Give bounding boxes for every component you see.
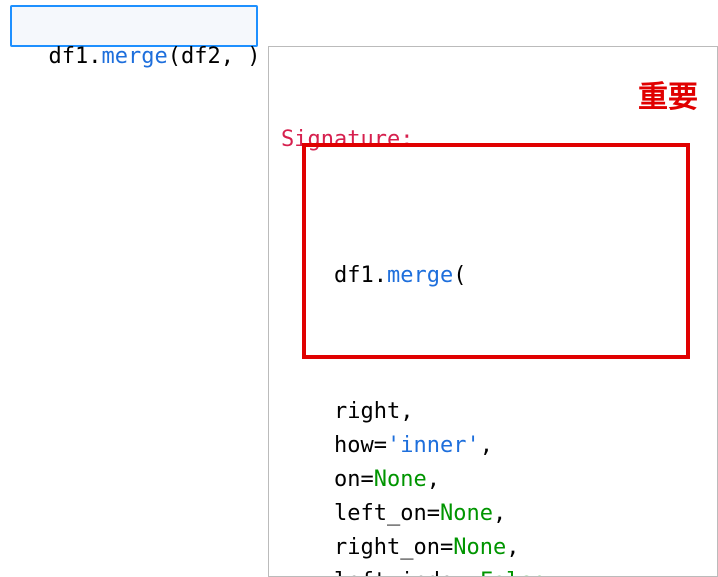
sig-param-line: left_index=False,	[281, 565, 705, 577]
param-value: None	[374, 467, 427, 492]
code-function: merge	[102, 44, 168, 69]
sig-object: df1	[334, 263, 374, 288]
trailing-comma: ,	[506, 535, 519, 560]
equals-sign: =	[440, 535, 453, 560]
trailing-comma: ,	[546, 569, 559, 577]
code-cell[interactable]: df1.merge(df2, )	[10, 5, 258, 47]
trailing-comma: ,	[480, 433, 493, 458]
sig-dot: .	[374, 263, 387, 288]
sig-param-line: left_on=None,	[281, 497, 705, 531]
annotation-important: 重要	[638, 72, 698, 116]
sig-param-line: on=None,	[281, 463, 705, 497]
param-name: right_on	[334, 535, 440, 560]
sig-params: right, how='inner', on=None, left_on=Non…	[281, 395, 705, 577]
sig-param-line: how='inner',	[281, 429, 705, 463]
equals-sign: =	[427, 501, 440, 526]
param-name: on	[334, 467, 361, 492]
equals-sign: =	[360, 467, 373, 492]
code-arg: df2	[181, 44, 221, 69]
sig-param-line: right_on=None,	[281, 531, 705, 565]
param-value: None	[453, 535, 506, 560]
param-name: left_on	[334, 501, 427, 526]
sig-paren-open: (	[453, 263, 466, 288]
trailing-comma: ,	[493, 501, 506, 526]
paren-close: )	[247, 44, 260, 69]
trailing-comma: ,	[400, 399, 413, 424]
signature-tooltip: Signature: df1.merge( right, how='inner'…	[268, 46, 718, 577]
equals-sign: =	[374, 433, 387, 458]
equals-sign: =	[466, 569, 479, 577]
sig-function: merge	[387, 263, 453, 288]
param-value: None	[440, 501, 493, 526]
trailing-comma: ,	[427, 467, 440, 492]
param-name: left_index	[334, 569, 466, 577]
param-value: False	[480, 569, 546, 577]
code-object: df1	[49, 44, 89, 69]
dot: .	[88, 44, 101, 69]
paren-open: (	[168, 44, 181, 69]
sig-param-line: right,	[281, 395, 705, 429]
signature-label: Signature:	[281, 127, 413, 152]
param-name: right	[334, 399, 400, 424]
param-name: how	[334, 433, 374, 458]
comma: ,	[221, 44, 248, 69]
param-value: 'inner'	[387, 433, 480, 458]
